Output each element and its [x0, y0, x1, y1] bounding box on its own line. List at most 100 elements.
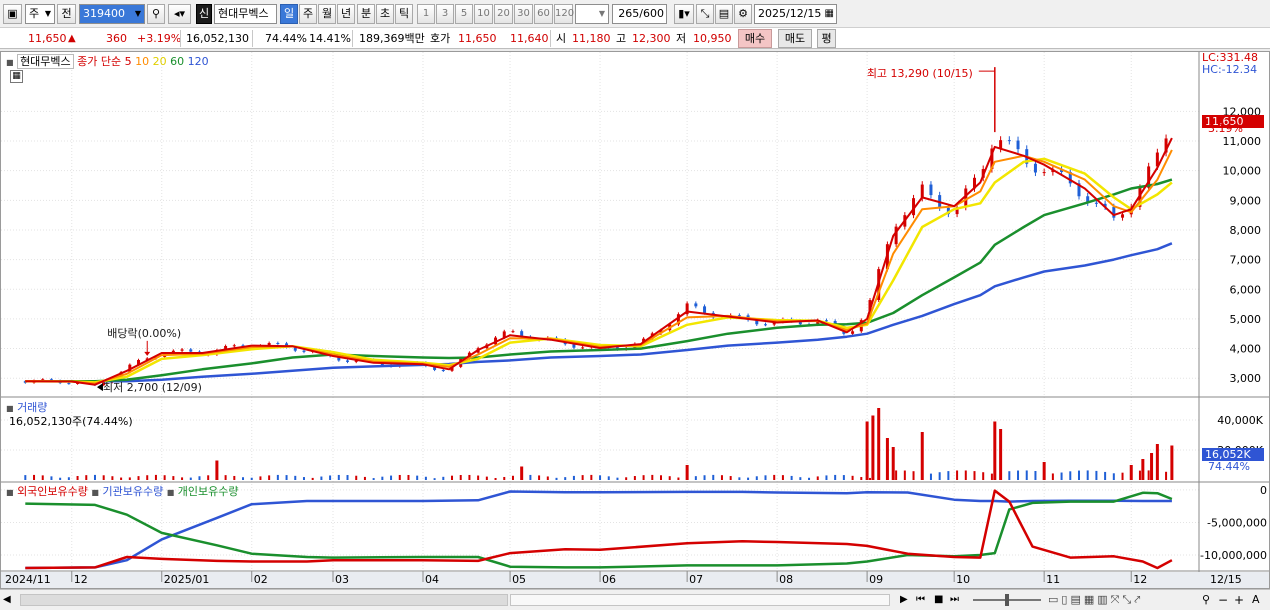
last-change-pct: 3.19% — [1208, 122, 1243, 135]
volume-bar — [346, 475, 349, 480]
holding-lines — [25, 489, 1173, 570]
scroll-left-icon[interactable]: ◀ — [3, 592, 17, 608]
candle-up — [920, 184, 924, 199]
chart-area[interactable]: 2024/11 12 2025/01 02 03 04 05 06 07 08 09 10 11 12 12… — [0, 51, 1270, 589]
tab-tick[interactable]: 틱 — [395, 4, 413, 24]
volume-bar — [477, 475, 480, 480]
tab-minute[interactable]: 분 — [357, 4, 375, 24]
volume-bar — [250, 477, 253, 480]
legend-ma-label[interactable]: 종가 단순 — [77, 55, 121, 68]
interval-10[interactable]: 10 — [474, 4, 493, 24]
divider — [252, 30, 253, 47]
gear-icon[interactable]: ⚙ — [734, 4, 752, 24]
custom-interval-select[interactable]: ▼ — [575, 4, 609, 24]
font-size-icon[interactable]: A — [1252, 592, 1264, 608]
legend-ma10[interactable]: 10 — [135, 55, 149, 68]
play-icon[interactable]: ▶ — [900, 592, 914, 608]
sell-button[interactable]: 매도 — [778, 29, 812, 48]
volume-bar — [1008, 471, 1011, 480]
legend-ma20[interactable]: 20 — [153, 55, 167, 68]
chevron-down-icon: ▼ — [598, 9, 605, 18]
interval-30[interactable]: 30 — [514, 4, 533, 24]
volume-bar — [189, 477, 192, 480]
volume-bar — [529, 474, 532, 480]
legend-foreign[interactable]: 외국인보유수량 — [17, 485, 88, 498]
bar-count-input[interactable]: 265/600 — [612, 4, 667, 24]
period-type-button[interactable]: 전 — [57, 4, 76, 24]
volume-bar — [503, 476, 506, 480]
zoom-in-icon[interactable]: + — [1234, 592, 1246, 608]
table-icon[interactable]: ▦ — [10, 70, 23, 83]
date-input[interactable]: 2025/12/15 ▦ — [754, 4, 837, 24]
volume-bar — [660, 475, 663, 480]
chart-canvas[interactable]: 2024/11 12 2025/01 02 03 04 05 06 07 08 09 10 11 12 12… — [1, 52, 1269, 588]
legend-ma5[interactable]: 5 — [125, 55, 132, 68]
volume-bar — [555, 477, 558, 480]
chart-tools-icons[interactable]: ▭▯▤▦▥⤧⤡⤤ — [1048, 592, 1198, 608]
window-menu-icon[interactable]: ▣ — [3, 4, 22, 24]
individual-holding-line — [25, 491, 1173, 569]
interval-3[interactable]: 3 — [436, 4, 454, 24]
candle-style-icon[interactable]: ▮▾ — [674, 4, 694, 24]
fast-forward-icon[interactable]: ⏭ — [950, 592, 966, 608]
stop-icon[interactable]: ■ — [934, 592, 948, 608]
volume-spike-bar — [1141, 459, 1145, 480]
interval-60[interactable]: 60 — [534, 4, 553, 24]
horizontal-scrollbar[interactable] — [20, 594, 508, 606]
rewind-icon[interactable]: ⏮ — [916, 592, 932, 608]
tab-week[interactable]: 주 — [299, 4, 317, 24]
price-tick-label: 7,000 — [1230, 254, 1262, 267]
interval-120[interactable]: 120 — [554, 4, 574, 24]
volume-bar — [137, 476, 140, 480]
speaker-icon[interactable]: ◂▾ — [168, 4, 191, 24]
volume-spike-bar — [215, 460, 219, 480]
legend-institution[interactable]: 기관보유수량 — [102, 485, 163, 498]
legend-bullet-icon: ■ — [6, 488, 14, 497]
volume-bar — [1086, 470, 1089, 480]
volume-bar — [67, 477, 70, 480]
last-volume-pct: 74.44% — [1208, 460, 1250, 473]
volume-bar — [381, 476, 384, 480]
stock-code-input[interactable]: 319400 ▼ — [79, 4, 145, 24]
magnifier-icon[interactable]: ⚲ — [1202, 592, 1216, 608]
evaluate-button[interactable]: 평 — [817, 29, 836, 48]
legend-stock-name[interactable]: 현대무벡스 — [17, 54, 74, 69]
interval-5[interactable]: 5 — [455, 4, 473, 24]
volume-bar — [1112, 473, 1115, 480]
crosshair-icon[interactable]: ⤡ — [696, 4, 714, 24]
zoom-slider-handle[interactable] — [1005, 594, 1009, 606]
volume-bar — [390, 475, 393, 480]
buy-button[interactable]: 매수 — [738, 29, 772, 48]
volume-ratio: 74.44% — [265, 32, 307, 45]
open-label: 시 — [556, 32, 567, 45]
save-icon[interactable]: ▤ — [715, 4, 733, 24]
divider — [180, 30, 181, 47]
legend-ma60[interactable]: 60 — [170, 55, 184, 68]
institution-holding-line — [25, 490, 1172, 570]
tab-day[interactable]: 일 — [280, 4, 298, 24]
volume-bar — [738, 477, 741, 480]
tab-second[interactable]: 초 — [376, 4, 394, 24]
tab-month[interactable]: 월 — [318, 4, 336, 24]
market-type-select[interactable]: 주 ▼ — [25, 4, 55, 24]
x-tick-label: 10 — [956, 573, 970, 586]
volume-spike-bar — [877, 408, 881, 480]
x-tick-label: 06 — [602, 573, 616, 586]
candle-down — [1007, 140, 1011, 142]
holding-tick-label: -10,000,000 — [1200, 549, 1267, 562]
legend-ma120[interactable]: 120 — [188, 55, 209, 68]
trade-value: 189,369백만 — [359, 32, 425, 45]
volume-bar — [285, 475, 288, 480]
scrollbar-thumb[interactable] — [510, 594, 890, 606]
zoom-out-icon[interactable]: − — [1218, 592, 1230, 608]
volume-bar — [973, 471, 976, 480]
volume-bar — [363, 476, 366, 480]
legend-individual[interactable]: 개인보유수량 — [178, 485, 239, 498]
interval-1[interactable]: 1 — [417, 4, 435, 24]
search-icon[interactable]: ⚲ — [147, 4, 165, 24]
tab-year[interactable]: 년 — [337, 4, 355, 24]
volume-bar — [895, 470, 898, 480]
interval-20[interactable]: 20 — [494, 4, 513, 24]
volume-bar — [1034, 471, 1037, 480]
x-tick-label: 03 — [335, 573, 349, 586]
